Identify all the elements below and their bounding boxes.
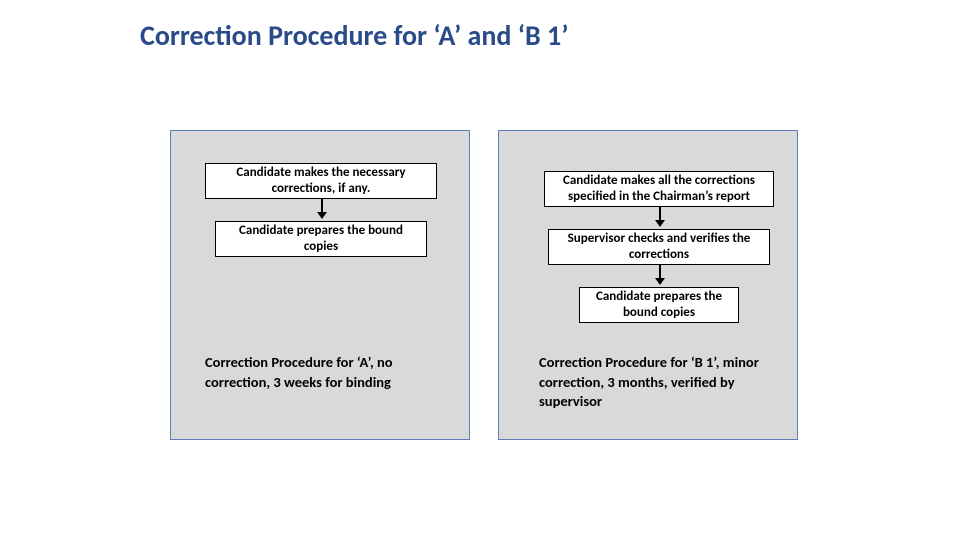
page-title: Correction Procedure for ‘A’ and ‘B 1’ <box>140 18 568 53</box>
arrow-icon <box>321 199 323 213</box>
panel-b: Candidate makes all the corrections spec… <box>498 130 798 440</box>
panel-b-step-2: Supervisor checks and verifies the corre… <box>548 229 770 265</box>
panel-b-caption: Correction Procedure for ‘B 1’, minor co… <box>539 353 771 412</box>
panel-a-step-1: Candidate makes the necessary correction… <box>205 163 437 199</box>
panel-a-step-2: Candidate prepares the bound copies <box>215 221 427 257</box>
arrow-icon <box>659 207 661 221</box>
panel-b-step-3: Candidate prepares the bound copies <box>579 287 739 323</box>
panel-b-step-1: Candidate makes all the corrections spec… <box>544 171 774 207</box>
panel-a: Candidate makes the necessary correction… <box>170 130 470 440</box>
arrow-icon <box>659 265 661 279</box>
panel-a-caption: Correction Procedure for ‘A’, no correct… <box>205 353 437 392</box>
